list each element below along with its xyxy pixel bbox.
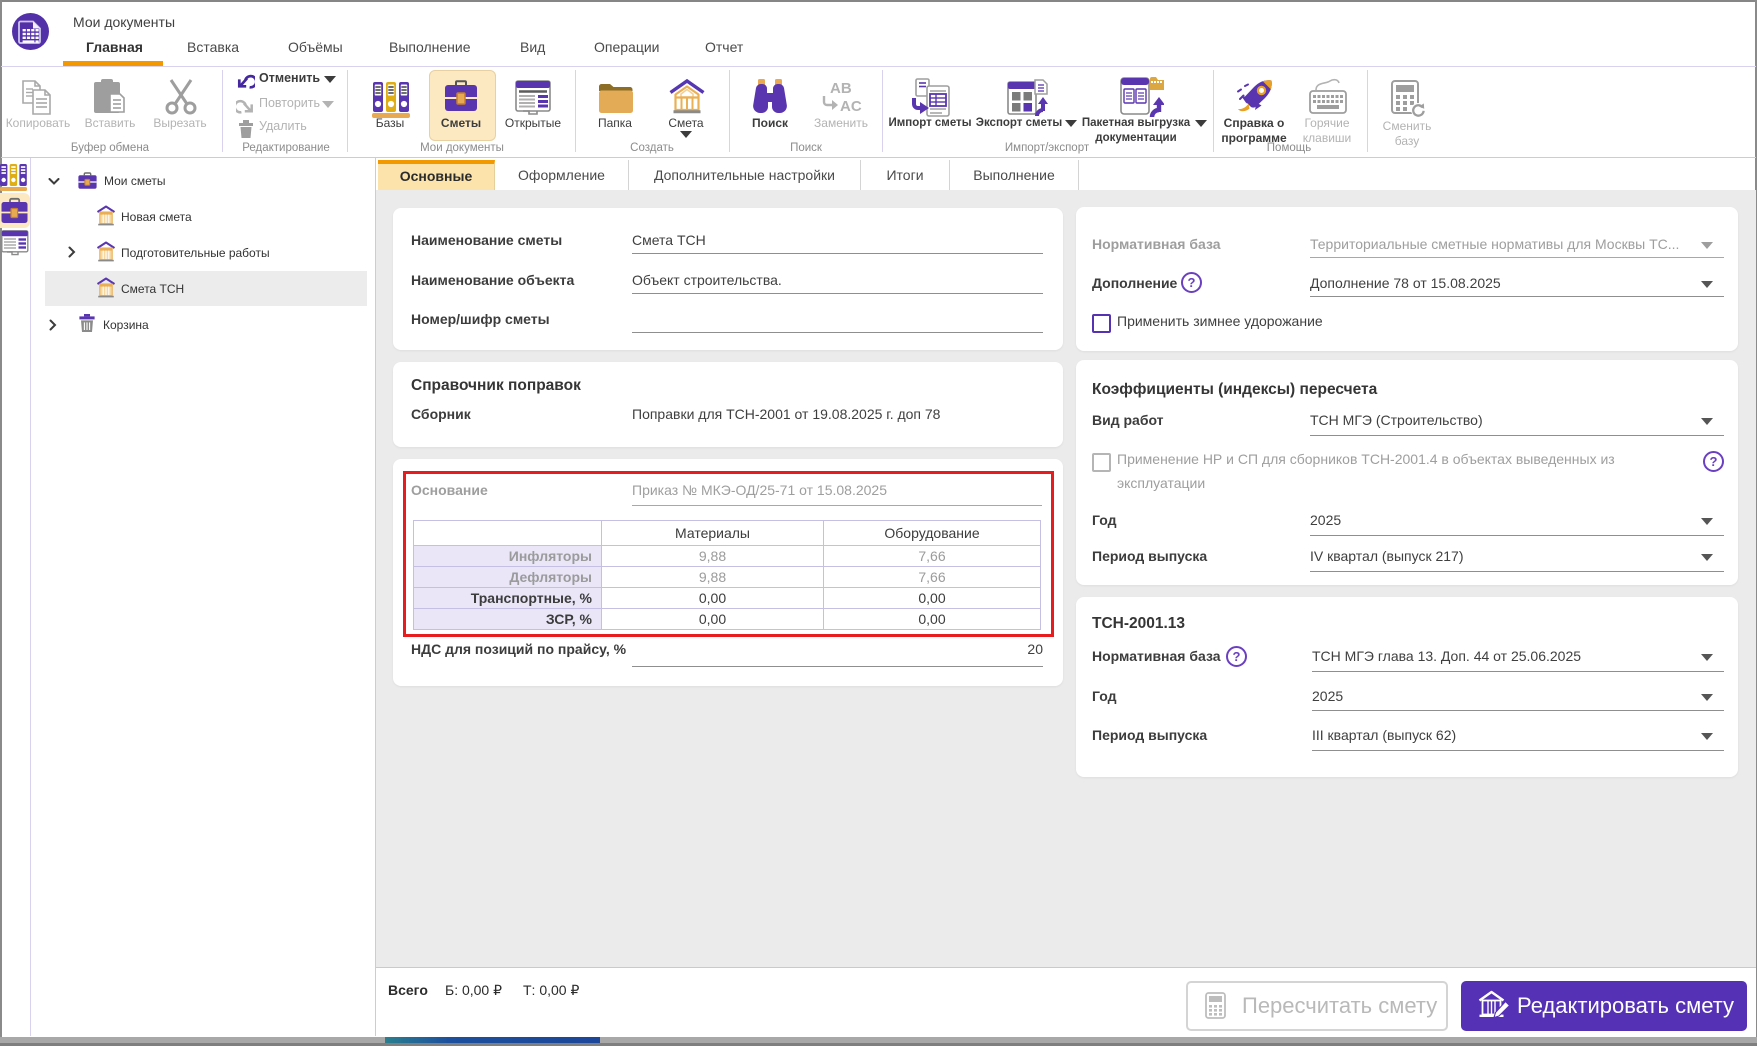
svg-text:AB: AB <box>830 80 852 97</box>
svg-text:AC: AC <box>840 98 862 114</box>
